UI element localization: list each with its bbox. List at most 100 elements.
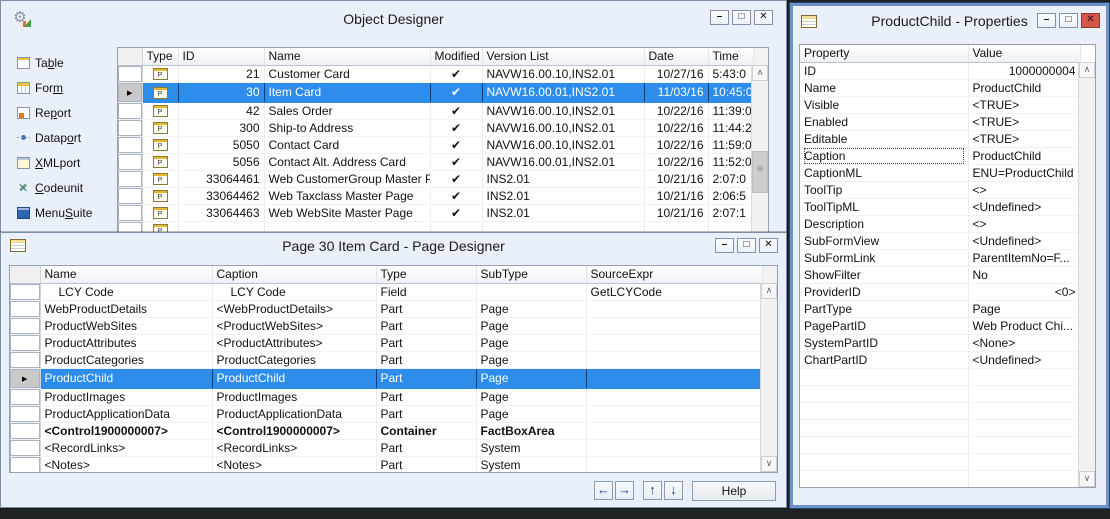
property-row[interactable]: ProviderID <0> — [800, 283, 1080, 300]
property-value-cell[interactable]: ProductChild — [968, 79, 1080, 96]
page-control-row[interactable]: ProductAttributes <ProductAttributes> Pa… — [10, 334, 762, 351]
col-caption[interactable]: Caption — [212, 266, 376, 283]
property-value-cell[interactable]: ParentItemNo=F... — [968, 249, 1080, 266]
property-value-cell[interactable]: <> — [968, 181, 1080, 198]
col-id[interactable]: ID — [178, 48, 264, 65]
row-selector[interactable] — [118, 153, 142, 170]
col-date[interactable]: Date — [644, 48, 708, 65]
object-row[interactable]: P 5050 Contact Card ✔ NAVW16.00.10,INS2.… — [118, 136, 753, 153]
property-row[interactable]: SubFormView <Undefined> — [800, 232, 1080, 249]
move-down-button[interactable]: ↓ — [664, 481, 683, 500]
row-selector[interactable] — [118, 102, 142, 119]
property-row[interactable]: ChartPartID <Undefined> — [800, 351, 1080, 368]
empty-property-row[interactable] — [800, 402, 1080, 419]
row-selector[interactable]: ▶ — [10, 368, 40, 388]
close-button[interactable]: ✕ — [759, 238, 778, 253]
row-selector[interactable] — [10, 300, 40, 317]
property-value-cell[interactable]: Web Product Chi... — [968, 317, 1080, 334]
row-selector[interactable] — [118, 65, 142, 82]
object-designer-titlebar[interactable]: ⚙ Object Designer – □ ✕ — [1, 1, 786, 39]
property-value-cell[interactable]: <> — [968, 215, 1080, 232]
empty-property-row[interactable] — [800, 385, 1080, 402]
sidebar-item-xmlport[interactable]: XMLport — [17, 155, 115, 171]
object-row[interactable]: P 33064461 Web CustomerGroup Master P...… — [118, 170, 753, 187]
object-row[interactable]: P 42 Sales Order ✔ NAVW16.00.10,INS2.01 … — [118, 102, 753, 119]
property-row[interactable]: Editable <TRUE> — [800, 130, 1080, 147]
page-control-row[interactable]: ▶ ProductChild ProductChild Part Page — [10, 368, 762, 388]
sidebar-item-menusuite[interactable]: MenuSuite — [17, 205, 115, 221]
empty-property-row[interactable] — [800, 453, 1080, 470]
col-sourceexpr[interactable]: SourceExpr — [586, 266, 762, 283]
property-row[interactable]: ShowFilter No — [800, 266, 1080, 283]
empty-property-row[interactable] — [800, 470, 1080, 487]
property-row[interactable]: PartType Page — [800, 300, 1080, 317]
object-row[interactable]: ▶ P 30 Item Card ✔ NAVW16.00.01,INS2.01 … — [118, 82, 753, 102]
move-left-button[interactable]: ← — [594, 481, 613, 500]
sidebar-item-codeunit[interactable]: Codeunit — [17, 180, 115, 196]
property-value-cell[interactable]: <TRUE> — [968, 130, 1080, 147]
col-name[interactable]: Name — [40, 266, 212, 283]
property-value-cell[interactable]: <TRUE> — [968, 96, 1080, 113]
col-name[interactable]: Name — [264, 48, 430, 65]
page-control-row[interactable]: ProductWebSites <ProductWebSites> Part P… — [10, 317, 762, 334]
row-selector[interactable] — [118, 187, 142, 204]
page-control-row[interactable]: LCY Code LCY Code Field GetLCYCode — [10, 283, 762, 300]
property-row[interactable]: PagePartID Web Product Chi... — [800, 317, 1080, 334]
move-up-button[interactable]: ↑ — [643, 481, 662, 500]
property-row[interactable]: ToolTip <> — [800, 181, 1080, 198]
maximize-button[interactable]: □ — [1059, 13, 1078, 28]
col-value[interactable]: Value — [968, 45, 1080, 62]
sidebar-item-form[interactable]: Form — [17, 80, 115, 96]
empty-property-row[interactable] — [800, 419, 1080, 436]
help-button[interactable]: Help — [692, 481, 776, 501]
property-row[interactable]: Description <> — [800, 215, 1080, 232]
close-button[interactable]: ✕ — [1081, 13, 1100, 28]
property-value-cell[interactable]: <None> — [968, 334, 1080, 351]
property-row[interactable]: Caption ProductChild — [800, 147, 1080, 164]
maximize-button[interactable]: □ — [732, 10, 751, 25]
scroll-down-button[interactable]: ∨ — [761, 456, 777, 472]
sidebar-item-table[interactable]: Table — [17, 55, 115, 71]
scroll-up-button[interactable]: ∧ — [1079, 62, 1095, 78]
object-row[interactable]: P 33064462 Web Taxclass Master Page ✔ IN… — [118, 187, 753, 204]
page-control-row[interactable]: <Notes> <Notes> Part System — [10, 456, 762, 473]
property-row[interactable]: ToolTipML <Undefined> — [800, 198, 1080, 215]
col-property[interactable]: Property — [800, 45, 968, 62]
row-selector[interactable] — [10, 422, 40, 439]
close-button[interactable]: ✕ — [754, 10, 773, 25]
property-value-cell[interactable]: Page — [968, 300, 1080, 317]
col-subtype[interactable]: SubType — [476, 266, 586, 283]
row-selector[interactable] — [10, 317, 40, 334]
row-selector[interactable] — [10, 405, 40, 422]
property-value-cell[interactable]: ProductChild — [968, 147, 1080, 164]
object-row[interactable]: P 21 Customer Card ✔ NAVW16.00.10,INS2.0… — [118, 65, 753, 82]
minimize-button[interactable]: – — [710, 10, 729, 25]
object-row[interactable]: P 5056 Contact Alt. Address Card ✔ NAVW1… — [118, 153, 753, 170]
property-value-cell[interactable]: No — [968, 266, 1080, 283]
col-type[interactable]: Type — [376, 266, 476, 283]
property-value-cell[interactable]: ENU=ProductChild — [968, 164, 1080, 181]
row-selector[interactable] — [118, 119, 142, 136]
scroll-thumb[interactable]: ≡ — [752, 151, 768, 193]
property-row[interactable]: ID 1000000004 — [800, 62, 1080, 79]
row-selector[interactable]: ▶ — [118, 82, 142, 102]
scroll-up-button[interactable]: ∧ — [752, 65, 768, 81]
page-control-row[interactable]: ProductImages ProductImages Part Page — [10, 388, 762, 405]
property-row[interactable]: CaptionML ENU=ProductChild — [800, 164, 1080, 181]
move-right-button[interactable]: → — [615, 481, 634, 500]
page-control-row[interactable]: <Control1900000007> <Control1900000007> … — [10, 422, 762, 439]
page-control-row[interactable]: <RecordLinks> <RecordLinks> Part System — [10, 439, 762, 456]
property-row[interactable]: Name ProductChild — [800, 79, 1080, 96]
page-designer-titlebar[interactable]: Page 30 Item Card - Page Designer – □ ✕ — [1, 233, 786, 261]
row-selector[interactable] — [118, 136, 142, 153]
page-control-row[interactable]: WebProductDetails <WebProductDetails> Pa… — [10, 300, 762, 317]
property-value-cell[interactable]: 1000000004 — [968, 62, 1080, 79]
scroll-down-button[interactable]: ∨ — [1079, 471, 1095, 487]
row-selector[interactable] — [10, 334, 40, 351]
minimize-button[interactable]: – — [715, 238, 734, 253]
object-row[interactable]: P 300 Ship-to Address ✔ NAVW16.00.10,INS… — [118, 119, 753, 136]
object-list-scrollbar[interactable]: ∧ ≡ — [751, 65, 768, 236]
property-value-cell[interactable]: <Undefined> — [968, 232, 1080, 249]
property-value-cell[interactable]: <0> — [968, 283, 1080, 300]
property-value-cell[interactable]: <Undefined> — [968, 198, 1080, 215]
